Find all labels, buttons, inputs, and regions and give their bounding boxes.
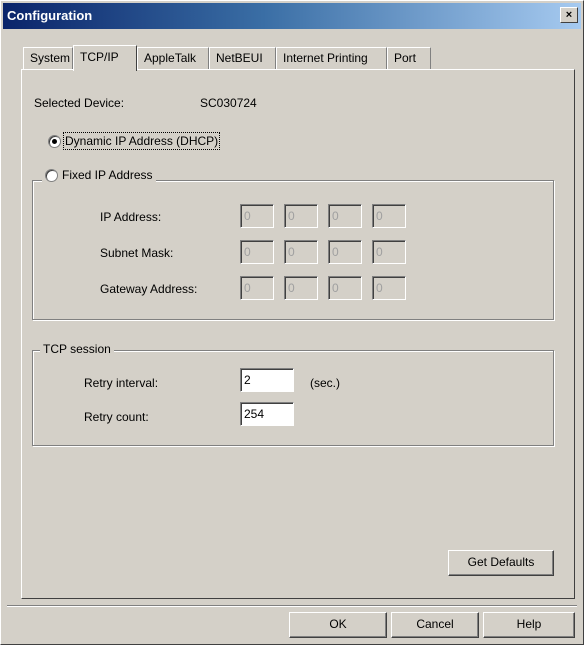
cancel-button[interactable]: Cancel: [391, 612, 479, 638]
configuration-dialog: Configuration × System TCP/IP AppleTalk …: [0, 0, 584, 645]
title-bar[interactable]: Configuration ×: [3, 3, 581, 29]
tcp-session-legend: TCP session: [40, 342, 114, 356]
dhcp-radio[interactable]: [48, 135, 61, 149]
subnet-octet-2[interactable]: [284, 240, 318, 264]
dhcp-option[interactable]: Dynamic IP Address (DHCP): [48, 132, 221, 150]
ok-button[interactable]: OK: [289, 612, 387, 638]
get-defaults-button[interactable]: Get Defaults: [448, 550, 554, 576]
gateway-octet-4[interactable]: [372, 276, 406, 300]
tab-tcpip[interactable]: TCP/IP: [73, 45, 137, 71]
tcp-session-group: [32, 350, 554, 446]
fixed-ip-option[interactable]: Fixed IP Address: [42, 168, 156, 183]
tab-port[interactable]: Port: [387, 47, 431, 69]
subnet-octet-3[interactable]: [328, 240, 362, 264]
gateway-address-label: Gateway Address:: [100, 282, 198, 296]
tab-internet-printing[interactable]: Internet Printing: [276, 47, 387, 69]
ip-octet-4[interactable]: [372, 204, 406, 228]
retry-interval-label: Retry interval:: [84, 376, 159, 390]
subnet-octet-1[interactable]: [240, 240, 274, 264]
gateway-octet-2[interactable]: [284, 276, 318, 300]
close-button[interactable]: ×: [560, 7, 578, 23]
retry-count-input[interactable]: [240, 402, 294, 426]
tab-system[interactable]: System: [23, 47, 73, 69]
tab-netbeui[interactable]: NetBEUI: [209, 47, 276, 69]
ip-octet-3[interactable]: [328, 204, 362, 228]
retry-count-label: Retry count:: [84, 410, 149, 424]
ip-octet-2[interactable]: [284, 204, 318, 228]
tcpip-panel: Selected Device: SC030724 Dynamic IP Add…: [21, 69, 575, 599]
fixed-ip-label: Fixed IP Address: [62, 168, 153, 182]
ip-octet-1[interactable]: [240, 204, 274, 228]
gateway-octet-3[interactable]: [328, 276, 362, 300]
tab-appletalk[interactable]: AppleTalk: [137, 47, 209, 69]
subnet-octet-4[interactable]: [372, 240, 406, 264]
ip-address-label: IP Address:: [100, 210, 162, 224]
selected-device-label: Selected Device:: [34, 96, 125, 110]
selected-device-value: SC030724: [200, 96, 257, 110]
help-button[interactable]: Help: [483, 612, 575, 638]
retry-interval-unit: (sec.): [310, 376, 340, 390]
dhcp-label: Dynamic IP Address (DHCP): [62, 132, 221, 150]
separator: [7, 605, 577, 607]
window-title: Configuration: [7, 8, 93, 23]
subnet-mask-label: Subnet Mask:: [100, 246, 174, 260]
retry-interval-input[interactable]: [240, 368, 294, 392]
close-icon: ×: [565, 9, 573, 21]
fixed-ip-radio[interactable]: [45, 169, 58, 183]
gateway-octet-1[interactable]: [240, 276, 274, 300]
